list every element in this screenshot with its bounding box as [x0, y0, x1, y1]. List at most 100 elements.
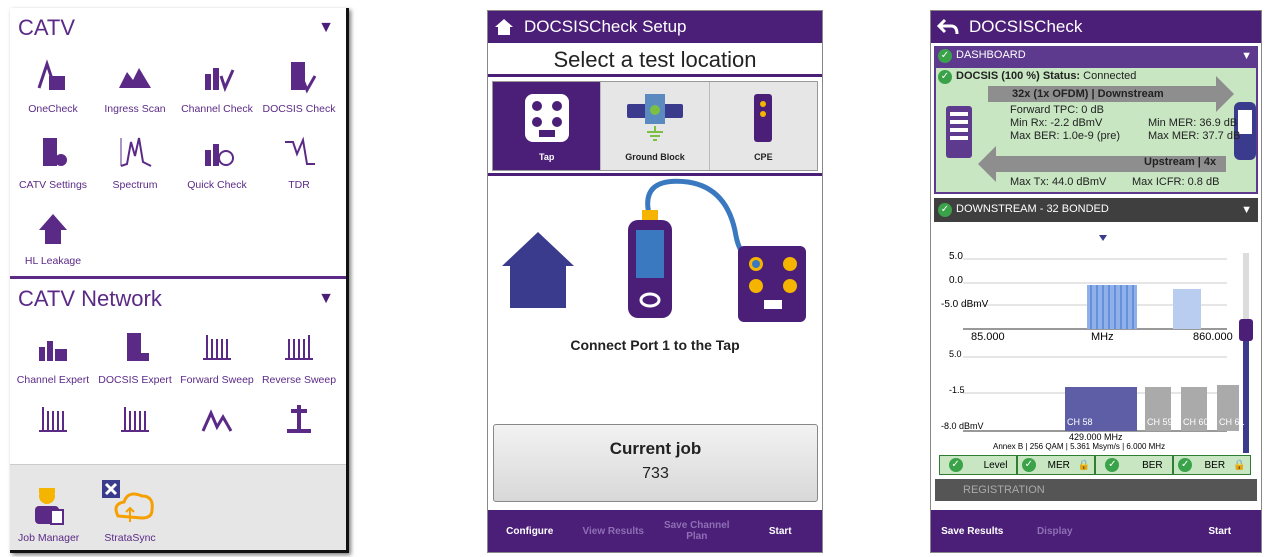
- stratasync-app[interactable]: StrataSync: [100, 478, 160, 544]
- app-tile-hidden-1[interactable]: [12, 391, 94, 467]
- check-icon: ✓: [948, 458, 963, 472]
- location-cpe-button[interactable]: CPE: [710, 82, 817, 170]
- min-rx: Min Rx: -2.2 dBmV: [1010, 117, 1103, 129]
- ber-tab-label-2: BER: [1204, 459, 1226, 471]
- app-tile-ingress-scan[interactable]: Ingress Scan: [94, 48, 176, 124]
- app-label: Ingress Scan: [104, 103, 166, 115]
- onecheck-icon: [37, 59, 65, 90]
- title-bar: DOCSISCheck Setup: [488, 11, 822, 43]
- channel-frequency: 429.000 MHz: [1069, 432, 1123, 442]
- spectrum-xstart: 85.000: [971, 331, 1005, 343]
- app-tile-reverse-sweep[interactable]: Reverse Sweep: [258, 319, 340, 395]
- registration-header[interactable]: REGISTRATION: [935, 479, 1257, 501]
- app-tile-spectrum[interactable]: Spectrum: [94, 124, 176, 200]
- app-tile-quick-check[interactable]: Quick Check: [176, 124, 258, 200]
- location-ground-block-button[interactable]: Ground Block: [601, 82, 710, 170]
- tap-icon: [524, 94, 569, 142]
- configure-softkey[interactable]: Configure: [488, 526, 572, 537]
- downstream-label: DOWNSTREAM - 32 BONDED: [956, 203, 1109, 215]
- mer-tab[interactable]: ✓ MER 🔒: [1017, 455, 1095, 475]
- docsischeck-results-panel: DOCSISCheck ✓ DASHBOARD ▼ ✓ DOCSIS (100 %)…: [930, 10, 1262, 553]
- collapse-triangle-icon[interactable]: ▼: [318, 19, 334, 37]
- home-icon[interactable]: [494, 18, 514, 36]
- location-tap-button[interactable]: Tap: [493, 82, 602, 170]
- channel-check-icon: [205, 68, 235, 93]
- spectrum-ytick-1: 5.0: [949, 251, 963, 262]
- tower-icon: [287, 405, 311, 433]
- collapse-triangle-icon[interactable]: ▼: [318, 290, 334, 308]
- dashboard-panel: ✓ DOCSIS (100 %) Status: Connected 32x (1…: [934, 66, 1258, 194]
- docsis-percent: DOCSIS (100 %): [956, 70, 1040, 82]
- check-icon: ✓: [938, 203, 952, 217]
- expand-triangle-icon[interactable]: ▼: [1241, 204, 1252, 216]
- app-label: TDR: [288, 179, 310, 191]
- check-icon: ✓: [938, 70, 952, 84]
- location-ground-block-label: Ground Block: [625, 152, 685, 162]
- ingress-scan-icon: [119, 68, 151, 88]
- app-tile-hidden-3[interactable]: [176, 391, 258, 467]
- catv-section-title: CATV: [18, 15, 76, 40]
- app-label: Channel Check: [181, 103, 253, 115]
- ber-tab-2[interactable]: ✓ BER 🔒: [1173, 455, 1251, 475]
- app-label: CATV Settings: [18, 179, 88, 191]
- stratasync-icon: [102, 480, 154, 522]
- stratasync-label: StrataSync: [104, 532, 156, 544]
- status-value: Connected: [1083, 70, 1137, 82]
- start-softkey[interactable]: Start: [739, 526, 823, 537]
- current-job-button[interactable]: Current job 733: [493, 424, 818, 502]
- app-tile-catv-settings[interactable]: CATV Settings: [12, 124, 94, 200]
- app-tile-channel-check[interactable]: Channel Check: [176, 48, 258, 124]
- catv-network-section-header[interactable]: CATV Network ▼: [10, 279, 346, 319]
- downstream-header[interactable]: ✓ DOWNSTREAM - 32 BONDED ▼: [934, 198, 1258, 222]
- app-tile-docsis-check[interactable]: DOCSIS Check: [258, 48, 340, 124]
- app-label: Channel Expert: [16, 374, 90, 386]
- channel-ytick-2: -1.5: [949, 385, 965, 395]
- job-manager-app[interactable]: Job Manager: [18, 484, 79, 544]
- start-softkey[interactable]: Start: [1179, 526, 1262, 537]
- spectrum-xunit: MHz: [1091, 331, 1114, 343]
- save-results-softkey[interactable]: Save Results: [931, 526, 1014, 537]
- sweep-icon: [39, 407, 67, 432]
- dashboard-header[interactable]: ✓ DASHBOARD ▼: [934, 46, 1258, 66]
- status-label: Status:: [1042, 70, 1081, 82]
- current-job-value: 733: [642, 465, 669, 482]
- docsis-check-icon: [291, 62, 317, 94]
- page-title: DOCSISCheck Setup: [524, 17, 687, 36]
- save-channel-plan-softkey[interactable]: Save Channel Plan: [655, 520, 739, 542]
- app-tile-docsis-expert[interactable]: DOCSIS Expert: [94, 319, 176, 395]
- view-results-softkey[interactable]: View Results: [572, 526, 656, 537]
- current-job-label: Current job: [609, 439, 702, 458]
- docsischeck-setup-panel: DOCSISCheck Setup Select a test location…: [487, 10, 823, 553]
- app-label: OneCheck: [28, 103, 78, 115]
- max-ber: Max BER: 1.0e-9 (pre): [1010, 130, 1121, 142]
- level-tab[interactable]: ✓ Level: [939, 455, 1017, 475]
- max-mer: Max MER: 37.7 dB: [1148, 130, 1241, 142]
- expand-triangle-icon[interactable]: ▼: [1241, 50, 1252, 62]
- app-tile-onecheck[interactable]: OneCheck: [12, 48, 94, 124]
- location-tap-label: Tap: [538, 152, 555, 162]
- catv-app-grid: OneCheck Ingress Scan Channel Check DOCSIS …: [10, 48, 346, 276]
- app-tile-hidden-4[interactable]: [258, 391, 340, 467]
- display-softkey[interactable]: Display: [1014, 526, 1097, 537]
- catv-settings-icon: [43, 138, 67, 166]
- app-tile-forward-sweep[interactable]: Forward Sweep: [176, 319, 258, 395]
- sweep-icon: [121, 407, 149, 432]
- location-selector: Tap Ground Block CPE: [492, 81, 818, 171]
- ber-tab-1[interactable]: ✓ BER: [1095, 455, 1173, 475]
- select-location-heading: Select a test location: [488, 43, 822, 77]
- app-tile-hl-leakage[interactable]: HL Leakage: [12, 200, 94, 276]
- app-tile-channel-expert[interactable]: Channel Expert: [12, 319, 94, 395]
- max-tx: Max Tx: 44.0 dBmV: [1010, 176, 1107, 188]
- app-tile-tdr[interactable]: TDR: [258, 124, 340, 200]
- catv-section-header[interactable]: CATV ▼: [10, 8, 346, 48]
- dashboard-label: DASHBOARD: [956, 49, 1026, 61]
- spectrum-ytick-2: 0.0: [949, 275, 963, 286]
- cpe-icon: [754, 94, 773, 142]
- channel-label-58: CH 58: [1067, 417, 1093, 427]
- back-arrow-icon[interactable]: [937, 18, 959, 36]
- softkey-bar: Save Results Display Start: [931, 510, 1261, 552]
- app-label: Spectrum: [112, 179, 158, 191]
- app-label: Forward Sweep: [180, 374, 254, 386]
- app-tile-hidden-2[interactable]: [94, 391, 176, 467]
- hl-leakage-icon: [39, 214, 67, 244]
